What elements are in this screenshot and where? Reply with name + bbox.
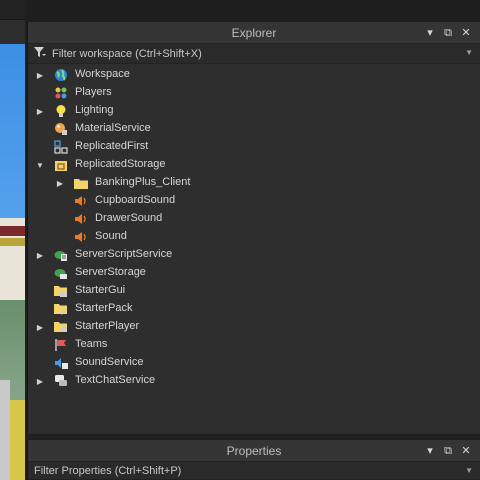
expand-right-arrow-icon[interactable]: ▶ [36,71,44,80]
properties-filter-input[interactable] [34,464,414,477]
sound-service-icon [54,356,68,370]
dropdown-icon[interactable]: ▾ [424,26,436,40]
close-icon[interactable]: ✕ [460,444,472,458]
tree-item-label: StarterGui [75,284,126,296]
tree-item[interactable]: StarterGui [28,282,480,300]
expand-right-arrow-icon[interactable]: ▶ [36,251,44,260]
tree-item[interactable]: ▶ Workspace [28,66,480,84]
viewport-stripe [0,226,25,236]
tree-item-label: CupboardSound [95,194,176,206]
tree-item[interactable]: CupboardSound [28,192,480,210]
players-icon [54,86,68,100]
explorer-filter-input[interactable] [52,47,432,60]
tree-item-label: BankingPlus_Client [95,176,191,188]
explorer-header: Explorer ▾ ⧉ ✕ [28,22,480,44]
tree-item-label: Lighting [75,104,114,116]
popout-icon[interactable]: ⧉ [442,26,454,40]
expand-right-arrow-icon[interactable]: ▶ [36,323,44,332]
tree-item-label: MaterialService [75,122,151,134]
filter-icon[interactable] [34,47,48,60]
properties-filter-bar: ▼ [28,462,480,480]
tree-item-label: ReplicatedStorage [75,158,166,170]
folder-icon [74,176,88,190]
starter-gui-icon [54,284,68,298]
explorer-filter-bar: ▼ [28,44,480,64]
explorer-title: Explorer [231,26,277,40]
tree-item-label: StarterPack [75,302,133,314]
viewport-stripe [0,238,25,246]
tree-item-label: TextChatService [75,374,156,386]
tree-item[interactable]: SoundService [28,354,480,372]
viewport-object [10,400,25,480]
chevron-down-icon[interactable]: ▼ [465,48,473,57]
tree-item[interactable]: MaterialService [28,120,480,138]
tree-item[interactable]: Sound [28,228,480,246]
replicated-storage-icon [54,158,68,172]
tree-item-label: Sound [95,230,127,242]
speaker-icon [74,212,88,226]
tree-item[interactable]: ▶ BankingPlus_Client [28,174,480,192]
teams-icon [54,338,68,352]
tree-item-label: DrawerSound [95,212,163,224]
tree-item[interactable]: ▼ ReplicatedStorage [28,156,480,174]
tree-item[interactable]: ServerStorage [28,264,480,282]
close-icon[interactable]: ✕ [460,26,472,40]
tree-item-label: ReplicatedFirst [75,140,149,152]
server-storage-icon [54,266,68,280]
tree-item-label: SoundService [75,356,144,368]
expand-down-arrow-icon[interactable]: ▼ [36,161,44,170]
viewport-pole [0,380,10,480]
tree-item[interactable]: ▶ Lighting [28,102,480,120]
material-icon [54,122,68,136]
explorer-panel: Explorer ▾ ⧉ ✕ ▼ ▶ Workspace Players ▶ Light… [27,22,480,434]
viewport-toolbar [0,0,25,44]
popout-icon[interactable]: ⧉ [442,444,454,458]
properties-header: Properties ▾ ⧉ ✕ [28,440,480,462]
tree-item[interactable]: ReplicatedFirst [28,138,480,156]
top-strip [27,0,480,22]
tree-item[interactable]: StarterPack [28,300,480,318]
text-chat-icon [54,374,68,388]
tree-item-label: Workspace [75,68,130,80]
replicated-first-icon [54,140,68,154]
dropdown-icon[interactable]: ▾ [424,444,436,458]
expand-right-arrow-icon[interactable]: ▶ [36,107,44,116]
tree-item-label: StarterPlayer [75,320,140,332]
tree-item[interactable]: ▶ ServerScriptService [28,246,480,264]
globe-icon [54,68,68,82]
tree-item[interactable]: Teams [28,336,480,354]
speaker-icon [74,194,88,208]
expand-right-arrow-icon[interactable]: ▶ [36,377,44,386]
chevron-down-icon[interactable]: ▼ [465,466,473,475]
properties-panel: Properties ▾ ⧉ ✕ ▼ [27,440,480,480]
speaker-icon [74,230,88,244]
tree-item[interactable]: Players [28,84,480,102]
tree-item-label: ServerScriptService [75,248,173,260]
properties-title: Properties [226,444,282,458]
server-script-icon [54,248,68,262]
game-viewport[interactable] [0,0,25,480]
starter-pack-icon [54,302,68,316]
lightbulb-icon [54,104,68,118]
tree-item[interactable]: DrawerSound [28,210,480,228]
tree-item-label: ServerStorage [75,266,146,278]
tree-item-label: Players [75,86,112,98]
explorer-tree: ▶ Workspace Players ▶ Lighting MaterialServic… [28,66,480,390]
tree-item[interactable]: ▶ StarterPlayer [28,318,480,336]
viewport-tab-bar [0,0,25,20]
expand-right-arrow-icon[interactable]: ▶ [56,179,64,188]
tree-item[interactable]: ▶ TextChatService [28,372,480,390]
starter-player-icon [54,320,68,334]
tree-item-label: Teams [75,338,108,350]
